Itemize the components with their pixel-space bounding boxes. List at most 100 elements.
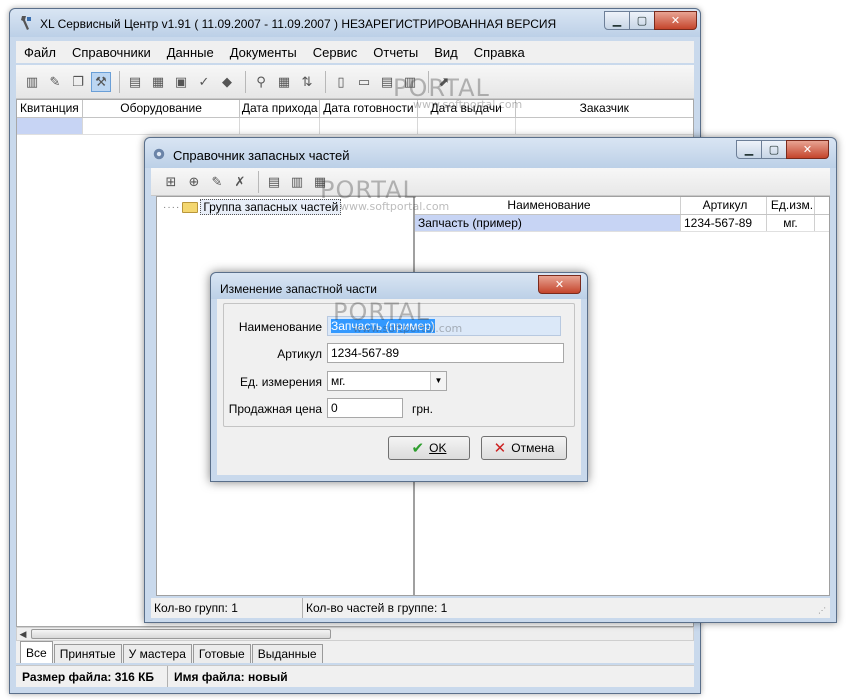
calendar-icon[interactable]: ▦ xyxy=(274,72,294,92)
open-folder-icon[interactable]: ▭ xyxy=(354,72,374,92)
col-customer[interactable]: Заказчик xyxy=(516,100,693,117)
table-cell[interactable] xyxy=(418,118,516,134)
name-field[interactable]: Запчасть (пример) xyxy=(327,316,561,336)
table-cell[interactable] xyxy=(83,118,241,134)
document-list-icon[interactable]: ▦ xyxy=(148,72,168,92)
tab-issued[interactable]: Выданные xyxy=(251,644,323,663)
menu-view[interactable]: Вид xyxy=(426,45,466,60)
price-label: Продажная цена xyxy=(228,402,322,416)
table-cell[interactable] xyxy=(320,118,418,134)
table-cell[interactable]: мг. xyxy=(767,215,815,231)
menu-file[interactable]: Файл xyxy=(16,45,64,60)
price-field[interactable]: 0 xyxy=(327,398,403,418)
close-icon: ✕ xyxy=(554,279,565,291)
tab-accepted[interactable]: Принятые xyxy=(53,644,122,663)
erase-icon[interactable]: ◆ xyxy=(217,72,237,92)
col-equipment[interactable]: Оборудование xyxy=(83,100,241,117)
tab-all[interactable]: Все xyxy=(20,641,53,663)
document-left-icon[interactable]: ▤ xyxy=(125,72,145,92)
main-titlebar[interactable]: XL Сервисный Центр v1.91 ( 11.09.2007 - … xyxy=(10,9,700,37)
unit-value: мг. xyxy=(331,374,346,388)
clear-icon[interactable]: ▦ xyxy=(310,172,330,192)
unit-label: Ед. измерения xyxy=(240,375,322,389)
toolbar-separator xyxy=(245,70,246,93)
import-icon[interactable]: ▤ xyxy=(264,172,284,192)
main-title: XL Сервисный Центр v1.91 ( 11.09.2007 - … xyxy=(40,17,557,31)
parts-titlebar[interactable]: Справочник запасных частей ▁ ▢ ✕ xyxy=(145,138,836,168)
menu-service[interactable]: Сервис xyxy=(305,45,366,60)
export-icon[interactable]: ⬈ xyxy=(434,72,454,92)
scroll-left-icon[interactable]: ◀ xyxy=(17,628,29,640)
status-group-count: Кол-во групп: 1 xyxy=(151,598,303,618)
copy-receipt-icon[interactable]: ❐ xyxy=(68,72,88,92)
sort-dropdown-icon[interactable]: ⇅ xyxy=(297,72,317,92)
scrollbar-thumb[interactable] xyxy=(31,629,331,639)
maximize-button[interactable]: ▢ xyxy=(761,140,787,159)
add-part-icon[interactable]: ⊕ xyxy=(184,172,204,192)
col-issue-date[interactable]: Дата выдачи xyxy=(418,100,516,117)
menu-data[interactable]: Данные xyxy=(159,45,222,60)
tree-node-label[interactable]: Группа запасных частей xyxy=(200,199,342,215)
main-statusbar: Размер файла: 316 КБ Имя файла: новый xyxy=(16,665,694,687)
menu-directories[interactable]: Справочники xyxy=(64,45,159,60)
receive-equipment-icon[interactable]: ▥ xyxy=(22,72,42,92)
unit-select[interactable]: мг. ▼ xyxy=(327,371,447,391)
close-button[interactable]: ✕ xyxy=(654,11,697,30)
minimize-button[interactable]: ▁ xyxy=(604,11,630,30)
check-icon[interactable]: ✓ xyxy=(194,72,214,92)
main-menubar: Файл Справочники Данные Документы Сервис… xyxy=(16,41,694,63)
add-group-icon[interactable]: ⊞ xyxy=(161,172,181,192)
tab-at-master[interactable]: У мастера xyxy=(122,644,192,663)
menu-reports[interactable]: Отчеты xyxy=(365,45,426,60)
table-cell[interactable] xyxy=(516,118,693,134)
table-cell[interactable] xyxy=(17,118,83,134)
minimize-icon: ▁ xyxy=(744,144,754,156)
new-document-icon[interactable]: ▯ xyxy=(331,72,351,92)
currency-label: грн. xyxy=(412,402,434,416)
maximize-button[interactable]: ▢ xyxy=(629,11,655,30)
tree-node-root[interactable]: ···· Группа запасных частей xyxy=(163,199,342,215)
table-cell[interactable] xyxy=(240,118,321,134)
minimize-button[interactable]: ▁ xyxy=(736,140,762,159)
col-unit[interactable]: Ед.изм. xyxy=(767,197,815,214)
checkmark-icon: ✔ xyxy=(411,440,425,457)
parts-statusbar: Кол-во групп: 1 Кол-во частей в группе: … xyxy=(151,598,830,618)
resize-grip-icon[interactable]: ⋰ xyxy=(818,606,828,616)
table-row[interactable] xyxy=(17,118,693,135)
status-file-name: Имя файла: новый xyxy=(174,670,288,684)
article-field[interactable]: 1234-567-89 xyxy=(327,343,564,363)
menu-documents[interactable]: Документы xyxy=(222,45,305,60)
dialog-titlebar[interactable]: Изменение запастной части ✕ xyxy=(211,273,587,299)
col-article[interactable]: Артикул xyxy=(681,197,767,214)
chevron-down-icon[interactable]: ▼ xyxy=(430,372,446,390)
col-ready-date[interactable]: Дата готовности xyxy=(320,100,418,117)
table-cell[interactable]: Запчасть (пример) xyxy=(415,215,681,231)
edit-part-dialog: Изменение запастной части ✕ Наименование… xyxy=(210,272,588,482)
export-icon[interactable]: ▥ xyxy=(287,172,307,192)
col-name[interactable]: Наименование xyxy=(415,197,681,214)
binoculars-icon[interactable]: ⚲ xyxy=(251,72,271,92)
tools-icon[interactable]: ⚒ xyxy=(91,71,111,92)
cancel-button[interactable]: ✕ Отмена xyxy=(481,436,567,460)
edit-receipt-icon[interactable]: ✎ xyxy=(45,72,65,92)
col-receipt[interactable]: Квитанция xyxy=(17,100,83,117)
close-icon: ✕ xyxy=(670,15,681,27)
delete-icon[interactable]: ✗ xyxy=(230,172,250,192)
close-button[interactable]: ✕ xyxy=(786,140,829,159)
menu-help[interactable]: Справка xyxy=(466,45,533,60)
status-file-size: Размер файла: 316 КБ xyxy=(16,666,168,687)
edit-icon[interactable]: ✎ xyxy=(207,172,227,192)
tab-ready[interactable]: Готовые xyxy=(192,644,251,663)
article-label: Артикул xyxy=(277,347,322,361)
toolbar-separator xyxy=(428,70,429,93)
document-next-icon[interactable]: ▣ xyxy=(171,72,191,92)
ok-button[interactable]: ✔ OK xyxy=(388,436,470,460)
table-row[interactable]: Запчасть (пример) 1234-567-89 мг. xyxy=(415,215,829,232)
print-icon[interactable]: ▥ xyxy=(400,72,420,92)
print-preview-icon[interactable]: ▤ xyxy=(377,72,397,92)
horizontal-scrollbar[interactable]: ◀ xyxy=(16,627,694,641)
table-cell[interactable]: 1234-567-89 xyxy=(681,215,767,231)
name-value: Запчасть (пример) xyxy=(331,319,435,333)
dialog-close-button[interactable]: ✕ xyxy=(538,275,581,294)
col-received-date[interactable]: Дата прихода xyxy=(240,100,321,117)
